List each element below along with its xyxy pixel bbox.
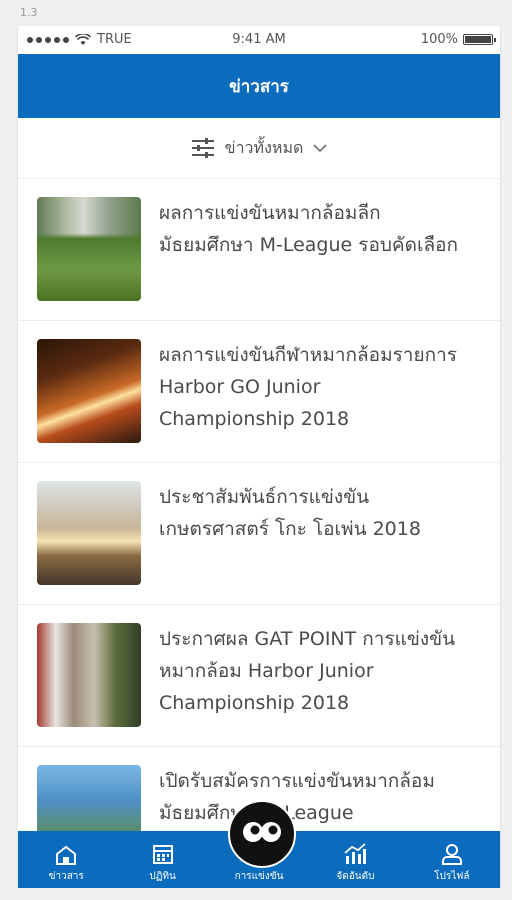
- news-item[interactable]: ผลการแข่งขันหมากล้อมลีกมัธยมศึกษา M-Leag…: [18, 179, 500, 321]
- news-list: ผลการแข่งขันหมากล้อมลีกมัธยมศึกษา M-Leag…: [18, 179, 500, 888]
- news-item[interactable]: ประชาสัมพันธ์การแข่งขันเกษตรศาสตร์ โกะ โ…: [18, 463, 500, 605]
- chevron-down-icon: [313, 144, 328, 153]
- news-thumbnail: [37, 339, 141, 443]
- news-title: เปิดรับสมัครการแข่งขันหมากล้อมมัธยมศึกษา…: [159, 770, 435, 824]
- news-title: ผลการแข่งขันหมากล้อมลีกมัธยมศึกษา M-Leag…: [159, 202, 459, 256]
- tab-label: การแข่งขัน: [234, 871, 284, 882]
- phone-screen: TRUE 9:41 AM 100% ข่าวสาร ข่าวทั้งหมด ผล…: [17, 26, 501, 888]
- status-right: 100%: [420, 32, 496, 47]
- page-title: ข่าวสาร: [18, 54, 500, 118]
- battery-percent: 100%: [420, 32, 458, 47]
- status-bar: TRUE 9:41 AM 100%: [18, 26, 500, 54]
- news-thumbnail: [37, 197, 141, 301]
- filter-label: ข่าวทั้งหมด: [224, 137, 304, 157]
- news-title: ประชาสัมพันธ์การแข่งขันเกษตรศาสตร์ โกะ โ…: [159, 486, 421, 540]
- news-item[interactable]: ประกาศผล GAT POINT การแข่งขันหมากล้อม Ha…: [18, 605, 500, 747]
- tab-news[interactable]: ข่าวสาร: [18, 831, 114, 888]
- news-thumbnail: [37, 623, 141, 727]
- tab-ranking[interactable]: จัดอันดับ: [307, 831, 403, 888]
- news-title: ผลการแข่งขันกีฬาหมากล้อมรายการ Harbor GO…: [159, 344, 457, 430]
- battery-icon: [463, 34, 496, 45]
- news-thumbnail: [37, 481, 141, 585]
- go-logo-icon: [236, 808, 288, 860]
- go-logo-button[interactable]: [228, 800, 296, 868]
- tab-profile[interactable]: โปรไฟล์: [404, 831, 500, 888]
- sliders-icon: [191, 138, 214, 158]
- calendar-icon: [152, 845, 173, 864]
- tab-calendar[interactable]: ปฏิทิน: [114, 831, 210, 888]
- filter-dropdown[interactable]: ข่าวทั้งหมด: [18, 118, 500, 179]
- tab-label: จัดอันดับ: [336, 871, 375, 882]
- home-icon: [56, 845, 77, 865]
- news-item[interactable]: ผลการแข่งขันกีฬาหมากล้อมรายการ Harbor GO…: [18, 321, 500, 463]
- tab-label: โปรไฟล์: [434, 871, 470, 882]
- tab-label: ข่าวสาร: [48, 871, 84, 882]
- version-label: 1.3: [20, 6, 38, 19]
- tab-label: ปฏิทิน: [149, 871, 176, 882]
- ranking-chart-icon: [344, 843, 367, 864]
- profile-icon: [441, 844, 462, 865]
- news-title: ประกาศผล GAT POINT การแข่งขันหมากล้อม Ha…: [159, 628, 456, 714]
